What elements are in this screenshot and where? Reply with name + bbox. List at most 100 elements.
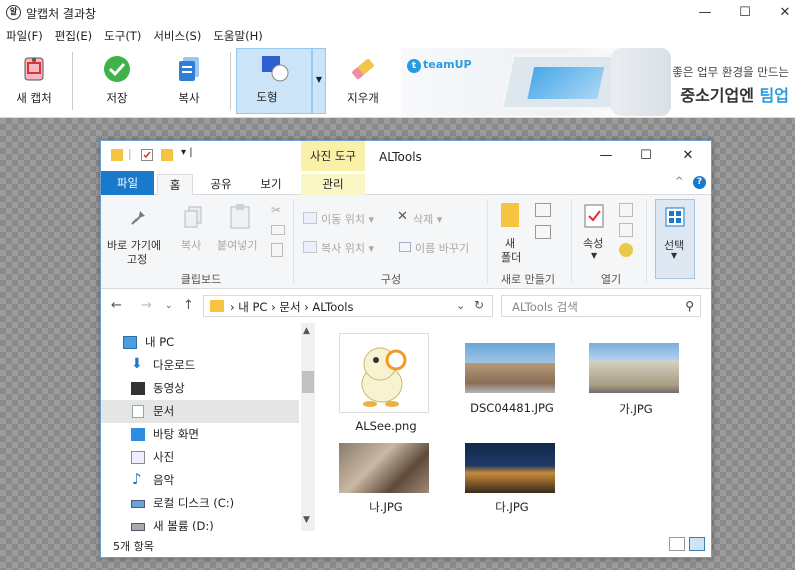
ribbon-copy[interactable]: 복사: [181, 237, 201, 253]
menu-help[interactable]: 도움말(H): [213, 28, 262, 44]
tab-view[interactable]: 보기: [251, 174, 291, 195]
copy-path-icon[interactable]: [271, 225, 285, 235]
ribbon-rename[interactable]: 이름 바꾸기: [415, 240, 469, 256]
banner-headline: 중소기업엔 팀업: [680, 86, 789, 105]
menu-file[interactable]: 파일(F): [6, 28, 43, 44]
video-icon: [131, 382, 145, 395]
move-to-icon: [303, 212, 317, 224]
picture-tools-tab: 사진 도구: [301, 141, 365, 171]
details-view-icon[interactable]: [669, 537, 685, 551]
eraser-button[interactable]: 지우개: [332, 50, 394, 112]
large-icons-view-icon[interactable]: [689, 537, 705, 551]
save-label: 저장: [106, 91, 128, 105]
ribbon-copy-to[interactable]: 복사 위치 ▾: [321, 240, 374, 256]
menu-edit[interactable]: 편집(E): [55, 28, 92, 44]
app-logo-icon: 알: [6, 5, 21, 20]
na-thumbnail: [339, 443, 429, 493]
desktop-icon: [131, 428, 145, 441]
breadcrumb[interactable]: › 내 PC › 문서 › ALTools: [230, 299, 353, 315]
explorer-minimize-button[interactable]: —: [591, 146, 621, 166]
new-capture-button[interactable]: 새 캡처: [6, 50, 62, 112]
select-chevron-icon: ▼: [671, 251, 678, 260]
paste-icon: [229, 203, 251, 232]
file-item[interactable]: 나.JPG: [339, 443, 433, 523]
tab-file[interactable]: 파일: [101, 171, 154, 195]
tab-manage[interactable]: 관리: [301, 174, 365, 195]
shape-icon: [259, 53, 289, 83]
file-item[interactable]: 가.JPG: [589, 343, 683, 433]
copy-to-icon: [303, 241, 317, 253]
nav-item-documents[interactable]: 문서: [101, 400, 299, 423]
minimize-button[interactable]: —: [690, 2, 720, 24]
up-arrow-icon[interactable]: ↑: [183, 298, 194, 313]
scroll-up-icon[interactable]: ▲: [303, 326, 310, 336]
nav-item-pictures[interactable]: 사진: [101, 446, 299, 469]
explorer-title: ALTools: [379, 150, 422, 164]
menu-tools[interactable]: 도구(T): [104, 28, 141, 44]
save-button[interactable]: 저장: [86, 50, 148, 112]
explorer-close-button[interactable]: ✕: [673, 146, 703, 166]
edit-icon[interactable]: [619, 223, 633, 237]
tab-home[interactable]: 홈: [157, 174, 193, 195]
scroll-down-icon[interactable]: ▼: [303, 515, 310, 525]
new-folder-icon[interactable]: [161, 149, 173, 161]
ribbon-collapse-icon[interactable]: ^: [675, 176, 683, 187]
history-icon[interactable]: [619, 243, 633, 257]
file-item[interactable]: DSC04481.JPG: [465, 343, 559, 433]
search-input[interactable]: ALTools 검색 ⚲: [501, 295, 701, 317]
ribbon-move-to[interactable]: 이동 위치 ▾: [321, 211, 374, 227]
pc-icon: [123, 336, 137, 349]
hand-image: [611, 48, 671, 116]
app-title: 알캡처 결과창: [26, 7, 97, 21]
nav-item-music[interactable]: ♪ 음악: [101, 469, 299, 492]
app-titlebar: 알 알캡처 결과창 — ☐ ✕: [0, 0, 795, 26]
explorer-maximize-button[interactable]: ☐: [631, 146, 661, 166]
scroll-thumb[interactable]: [302, 371, 314, 393]
address-box[interactable]: › 내 PC › 문서 › ALTools ⌄ ↻: [203, 295, 493, 317]
open-icon[interactable]: [619, 203, 633, 217]
address-dropdown-icon[interactable]: ⌄: [456, 299, 465, 312]
nav-item-local-disk[interactable]: 로컬 디스크 (C:): [101, 492, 299, 515]
close-button[interactable]: ✕: [770, 2, 795, 24]
pin-quick-access-label2[interactable]: 고정: [127, 251, 147, 267]
customize-qat-icon[interactable]: ▾ |: [181, 147, 193, 158]
file-item[interactable]: 다.JPG: [465, 443, 559, 523]
ribbon-properties[interactable]: 속성: [583, 235, 603, 251]
volume-icon: [131, 523, 145, 531]
recent-chevron-icon[interactable]: ⌄: [165, 301, 173, 311]
refresh-icon[interactable]: ↻: [474, 298, 484, 312]
easy-access-icon[interactable]: [535, 225, 551, 239]
ribbon-tabs: 파일 홈 공유 보기 관리 ^ ?: [101, 171, 711, 195]
copy-button[interactable]: 복사: [158, 50, 220, 112]
back-arrow-icon[interactable]: ←: [111, 298, 122, 313]
nav-item-pc[interactable]: 내 PC: [101, 331, 299, 354]
properties-chevron-icon[interactable]: ▼: [591, 251, 597, 260]
file-name: ALSee.png: [355, 419, 417, 433]
shape-dropdown-button[interactable]: ▼: [312, 48, 326, 114]
maximize-button[interactable]: ☐: [730, 2, 760, 24]
teamup-banner[interactable]: t teamUP 좋은 업무 환경을 만드는 중소기업엔 팀업: [401, 48, 795, 116]
nav-item-desktop[interactable]: 바탕 화면: [101, 423, 299, 446]
forward-arrow-icon[interactable]: →: [141, 298, 152, 313]
tab-share[interactable]: 공유: [201, 174, 241, 195]
file-item[interactable]: ALSee.png: [339, 333, 433, 433]
shape-button[interactable]: 도형: [236, 48, 312, 114]
nav-item-downloads[interactable]: ⬇ 다운로드: [101, 354, 299, 377]
address-bar-row: ← → ⌄ ↑ › 내 PC › 문서 › ALTools ⌄ ↻ ALTool…: [101, 289, 711, 323]
nav-item-volume-d[interactable]: 새 볼륨 (D:): [101, 515, 299, 531]
new-folder-big-icon: [501, 203, 519, 227]
paste-shortcut-icon[interactable]: [271, 243, 283, 257]
help-icon[interactable]: ?: [693, 176, 706, 189]
ribbon-paste[interactable]: 붙여넣기: [217, 237, 257, 253]
save-check-icon: [102, 54, 132, 84]
nav-scrollbar[interactable]: ▲ ▼: [301, 323, 315, 531]
folder-icon: [111, 149, 123, 161]
cut-icon[interactable]: ✂: [271, 203, 281, 217]
new-item-icon[interactable]: [535, 203, 551, 217]
ribbon-new-folder2[interactable]: 폴더: [501, 249, 521, 265]
ribbon-delete[interactable]: 삭제 ▾: [413, 211, 442, 227]
menu-service[interactable]: 서비스(S): [153, 28, 201, 44]
nav-item-videos[interactable]: 동영상: [101, 377, 299, 400]
properties-check-icon[interactable]: [141, 149, 153, 161]
search-icon[interactable]: ⚲: [685, 299, 694, 313]
